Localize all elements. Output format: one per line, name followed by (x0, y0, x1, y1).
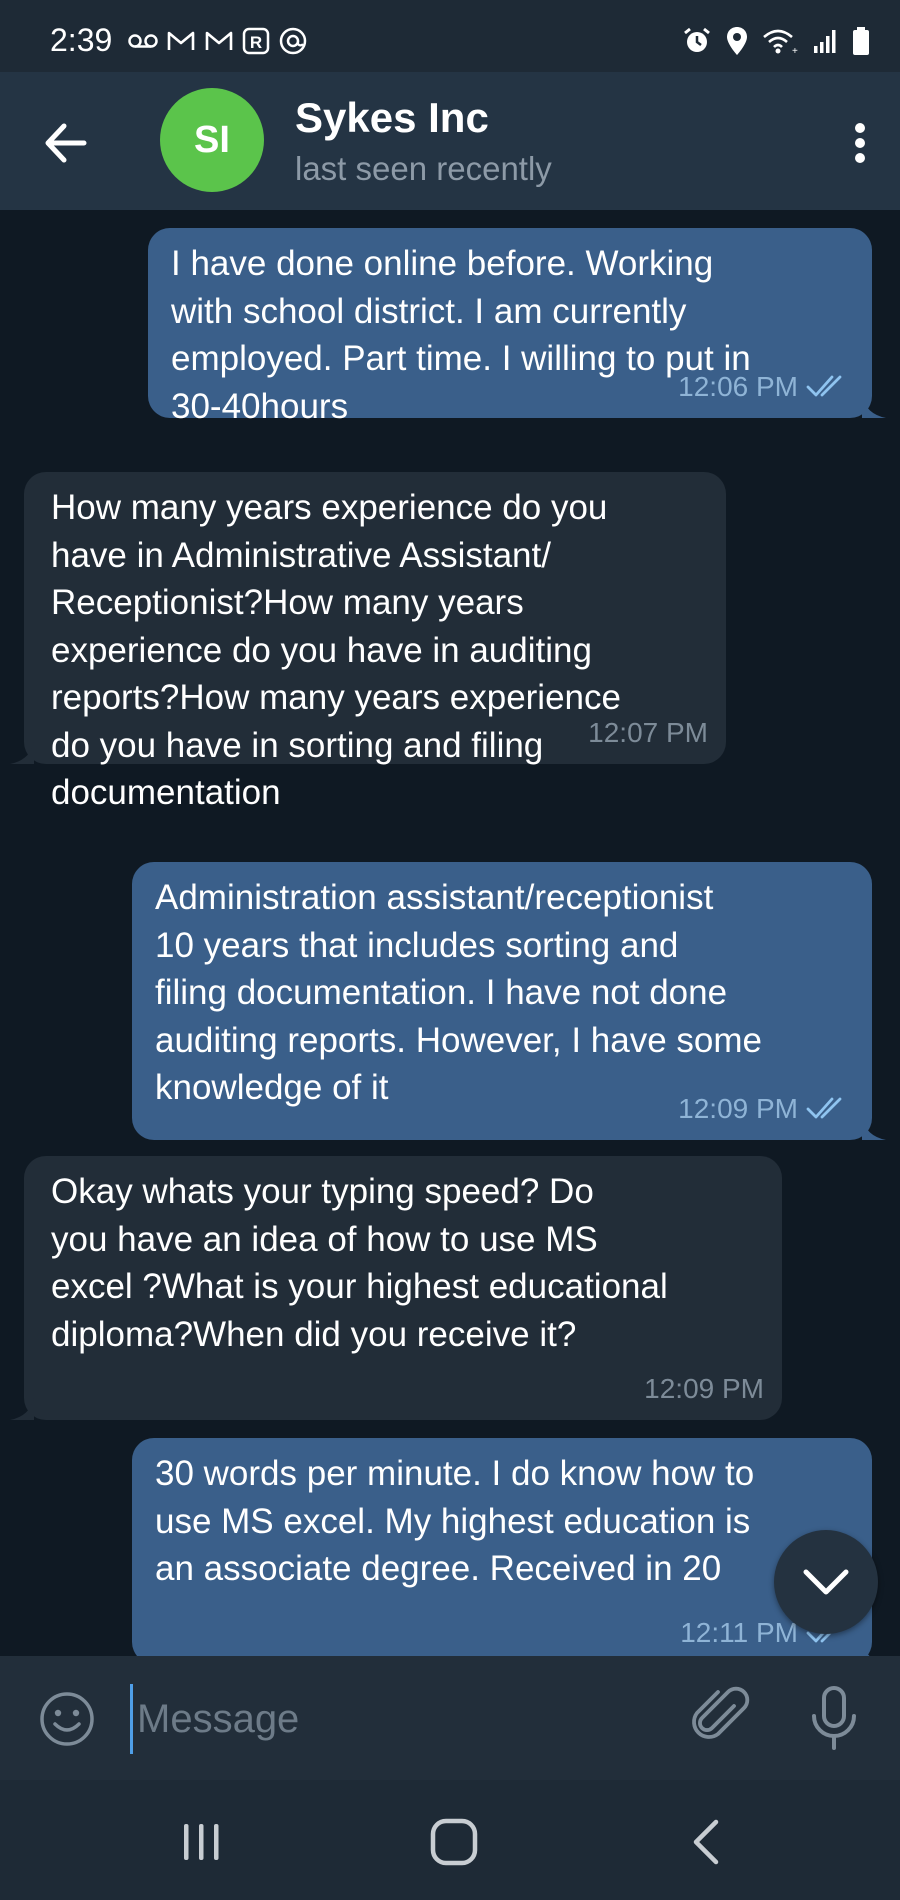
more-vertical-icon (855, 123, 865, 163)
arrow-left-icon (45, 123, 87, 163)
back-button[interactable] (40, 118, 100, 168)
gmail-icon (205, 31, 233, 50)
more-options-button[interactable] (850, 118, 870, 168)
message-time: 12:11 PM (680, 1616, 798, 1648)
message-meta: 12:09 PM (644, 1365, 764, 1413)
chat-last-seen: last seen recently (295, 150, 552, 187)
message-text: 30 words per minute. I do know how to us… (155, 1454, 755, 1588)
message-time: 12:09 PM (678, 1092, 798, 1124)
system-back-button[interactable] (686, 1818, 726, 1866)
composer-bar (0, 1656, 900, 1780)
wifi-icon: + (763, 29, 798, 55)
message-bubble-incoming[interactable]: How many years experience do you have in… (10, 472, 726, 812)
signal-icon (814, 30, 836, 53)
message-list[interactable]: I have done online before. Working with … (0, 210, 900, 1656)
message-bubble-outgoing[interactable]: I have done online before. Working with … (148, 228, 886, 426)
message-meta: 12:07 PM (588, 709, 708, 757)
message-time: 12:06 PM (678, 370, 798, 402)
message-bubble-outgoing[interactable]: Administration assistant/receptionist 10… (132, 862, 886, 1140)
gmail-icon (167, 31, 195, 50)
status-time: 2:39 (50, 22, 113, 58)
bubble-tail (10, 742, 34, 764)
status-bar: 2:39 R + (0, 0, 900, 72)
svg-text:+: + (792, 46, 798, 55)
recent-apps-button[interactable] (178, 1820, 226, 1864)
home-button[interactable] (428, 1816, 480, 1868)
bubble-tail (862, 1118, 886, 1140)
system-icons: + (682, 26, 870, 56)
paperclip-icon (692, 1686, 750, 1739)
bubble-tail (862, 396, 886, 418)
message-text: Administration assistant/receptionist 10… (155, 878, 762, 1107)
message-meta: 12:09 PM (678, 1085, 850, 1133)
message-meta: 12:06 PM (678, 363, 850, 411)
battery-icon (853, 27, 869, 55)
message-text: Okay whats your typing speed? Do you hav… (51, 1172, 668, 1354)
message-text: How many years experience do you have in… (51, 488, 621, 812)
bubble-tail (10, 1398, 34, 1420)
threads-icon (279, 27, 307, 55)
home-icon (430, 1818, 478, 1866)
message-bubble-incoming[interactable]: Okay whats your typing speed? Do you hav… (10, 1156, 782, 1420)
voicemail-icon (128, 34, 158, 48)
chat-title[interactable]: Sykes Inc (295, 94, 489, 142)
microphone-icon (812, 1686, 856, 1750)
bubble-tail (862, 1642, 870, 1656)
chevron-down-icon (803, 1569, 849, 1595)
double-check-icon (806, 1097, 842, 1119)
r-app-icon: R (242, 27, 270, 55)
recents-icon (184, 1824, 219, 1860)
message-bubble-outgoing[interactable]: 30 words per minute. I do know how to us… (132, 1438, 872, 1656)
avatar[interactable]: SI (160, 88, 264, 192)
voice-record-button[interactable] (808, 1684, 860, 1752)
message-time: 12:09 PM (644, 1372, 764, 1404)
message-input[interactable] (130, 1684, 659, 1754)
double-check-icon (806, 375, 842, 397)
emoji-button[interactable] (38, 1690, 96, 1748)
location-icon (727, 27, 747, 55)
system-navigation-bar (0, 1780, 900, 1900)
attach-button[interactable] (690, 1684, 750, 1752)
chat-header: SI Sykes Inc last seen recently (0, 72, 900, 210)
smiley-icon (40, 1692, 94, 1746)
chevron-left-icon (693, 1819, 719, 1865)
notification-icons: R (128, 26, 308, 56)
message-time: 12:07 PM (588, 716, 708, 748)
scroll-to-bottom-button[interactable] (774, 1530, 878, 1634)
alarm-icon (684, 27, 710, 52)
svg-text:R: R (250, 33, 262, 52)
